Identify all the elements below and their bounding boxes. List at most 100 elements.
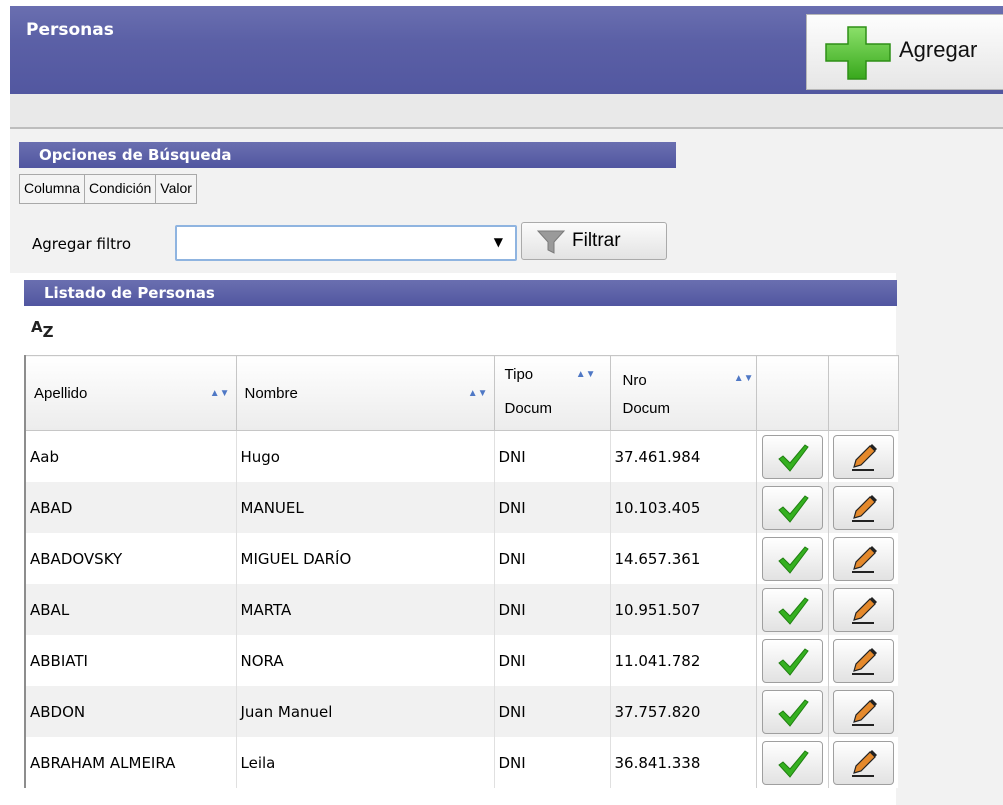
filter-button-label: Filtrar [572, 230, 621, 251]
cell-apellido: ABAD [24, 482, 236, 533]
cell-nombre: NORA [235, 635, 494, 686]
page-title: Personas [26, 20, 114, 40]
select-button[interactable] [761, 689, 823, 734]
cell-apellido: ABBIATI [24, 635, 236, 686]
table-body: Aab Hugo DNI 37.461.984 ABAD MANUEL DNI 10.103.… [24, 430, 898, 788]
cell-nro-docum: 10.103.405 [609, 482, 756, 533]
select-button[interactable] [761, 536, 823, 581]
cell-nombre: MIGUEL DARÍO [235, 533, 494, 584]
edit-cell [827, 686, 898, 737]
column-header-tipo-docum[interactable]: Tipo Docum ▲▼ [493, 355, 611, 431]
persons-table: Apellido ▲▼ Nombre ▲▼ Tipo Docum ▲▼ Nro … [24, 355, 899, 788]
table-row[interactable]: ABRAHAM ALMEIRA Leila DNI 36.841.338 [24, 737, 898, 788]
cell-nombre: MANUEL [235, 482, 494, 533]
sort-arrows-icon[interactable]: ▲▼ [576, 369, 596, 380]
cell-nro-docum: 11.041.782 [609, 635, 756, 686]
edit-button[interactable] [832, 740, 894, 785]
tab-column[interactable]: Columna [19, 174, 86, 204]
add-button-label: Agregar [899, 37, 978, 62]
cell-apellido: ABADOVSKY [24, 533, 236, 584]
edit-cell [827, 584, 898, 635]
column-header-label-line2: Docum [504, 400, 553, 417]
sort-az-letter-z: Z [42, 323, 54, 341]
select-cell [755, 635, 828, 686]
add-filter-select[interactable]: ▼ [175, 225, 517, 261]
edit-cell [827, 533, 898, 584]
table-row[interactable]: Aab Hugo DNI 37.461.984 [24, 430, 898, 482]
edit-cell [827, 430, 898, 482]
add-filter-label: Agregar filtro [32, 235, 132, 253]
plus-icon [825, 26, 891, 80]
funnel-icon [536, 230, 566, 254]
cell-nro-docum: 36.841.338 [609, 737, 756, 788]
column-header-label: Nombre [244, 384, 298, 402]
column-header-nombre[interactable]: Nombre ▲▼ [235, 355, 495, 431]
edit-button[interactable] [832, 485, 894, 530]
cell-nombre: Juan Manuel [235, 686, 494, 737]
search-options-header: Opciones de Búsqueda [19, 142, 676, 168]
table-row[interactable]: ABAD MANUEL DNI 10.103.405 [24, 482, 898, 533]
cell-tipo-docum: DNI [493, 737, 610, 788]
column-header-label-line2: Docum [622, 400, 671, 417]
edit-cell [827, 482, 898, 533]
dropdown-arrow-icon: ▼ [493, 235, 503, 249]
cell-apellido: Aab [24, 430, 236, 482]
cell-tipo-docum: DNI [493, 635, 610, 686]
table-row[interactable]: ABADOVSKY MIGUEL DARÍO DNI 14.657.361 [24, 533, 898, 584]
edit-button[interactable] [832, 587, 894, 632]
select-cell [755, 584, 828, 635]
cell-tipo-docum: DNI [493, 533, 610, 584]
cell-tipo-docum: DNI [493, 584, 610, 635]
edit-cell [827, 635, 898, 686]
column-header-label: Tipo [504, 366, 534, 383]
add-button[interactable]: Agregar [806, 14, 1003, 90]
tab-value[interactable]: Valor [155, 174, 197, 204]
edit-button[interactable] [832, 689, 894, 734]
select-cell [755, 737, 828, 788]
column-header-nro-docum[interactable]: Nro Docum ▲▼ [609, 355, 757, 431]
column-header-apellido[interactable]: Apellido ▲▼ [24, 355, 237, 431]
table-header-row: Apellido ▲▼ Nombre ▲▼ Tipo Docum ▲▼ Nro … [24, 355, 899, 431]
select-button[interactable] [761, 587, 823, 632]
cell-nro-docum: 10.951.507 [609, 584, 756, 635]
cell-apellido: ABAL [24, 584, 236, 635]
cell-nombre: Hugo [235, 430, 494, 482]
select-cell [755, 430, 828, 482]
edit-button[interactable] [832, 434, 894, 479]
table-row[interactable]: ABDON Juan Manuel DNI 37.757.820 [24, 686, 898, 737]
sort-az-letter-a: A [31, 318, 43, 336]
cell-nombre: Leila [235, 737, 494, 788]
select-button[interactable] [761, 638, 823, 683]
sort-arrows-icon[interactable]: ▲▼ [210, 388, 230, 399]
cell-nro-docum: 14.657.361 [609, 533, 756, 584]
edit-cell [827, 737, 898, 788]
cell-tipo-docum: DNI [493, 482, 610, 533]
select-button[interactable] [761, 434, 823, 479]
list-header: Listado de Personas [24, 280, 897, 306]
filter-button[interactable]: Filtrar [521, 222, 667, 260]
toolbar-strip [10, 94, 1003, 129]
edit-button[interactable] [832, 638, 894, 683]
cell-apellido: ABDON [24, 686, 236, 737]
cell-nro-docum: 37.757.820 [609, 686, 756, 737]
column-header-label: Nro [622, 372, 647, 389]
sort-az-icon[interactable]: AZ [31, 318, 54, 341]
sort-arrows-icon[interactable]: ▲▼ [734, 373, 754, 384]
column-header-edit [827, 355, 899, 431]
table-row[interactable]: ABBIATI NORA DNI 11.041.782 [24, 635, 898, 686]
sort-arrows-icon[interactable]: ▲▼ [468, 388, 488, 399]
select-cell [755, 533, 828, 584]
select-button[interactable] [761, 740, 823, 785]
tab-condition[interactable]: Condición [84, 174, 157, 204]
search-option-tabs: Columna Condición Valor [19, 174, 197, 204]
cell-nro-docum: 37.461.984 [609, 430, 756, 482]
select-cell [755, 686, 828, 737]
cell-tipo-docum: DNI [493, 430, 610, 482]
cell-nombre: MARTA [235, 584, 494, 635]
select-button[interactable] [761, 485, 823, 530]
select-cell [755, 482, 828, 533]
edit-button[interactable] [832, 536, 894, 581]
cell-apellido: ABRAHAM ALMEIRA [24, 737, 236, 788]
table-row[interactable]: ABAL MARTA DNI 10.951.507 [24, 584, 898, 635]
cell-tipo-docum: DNI [493, 686, 610, 737]
